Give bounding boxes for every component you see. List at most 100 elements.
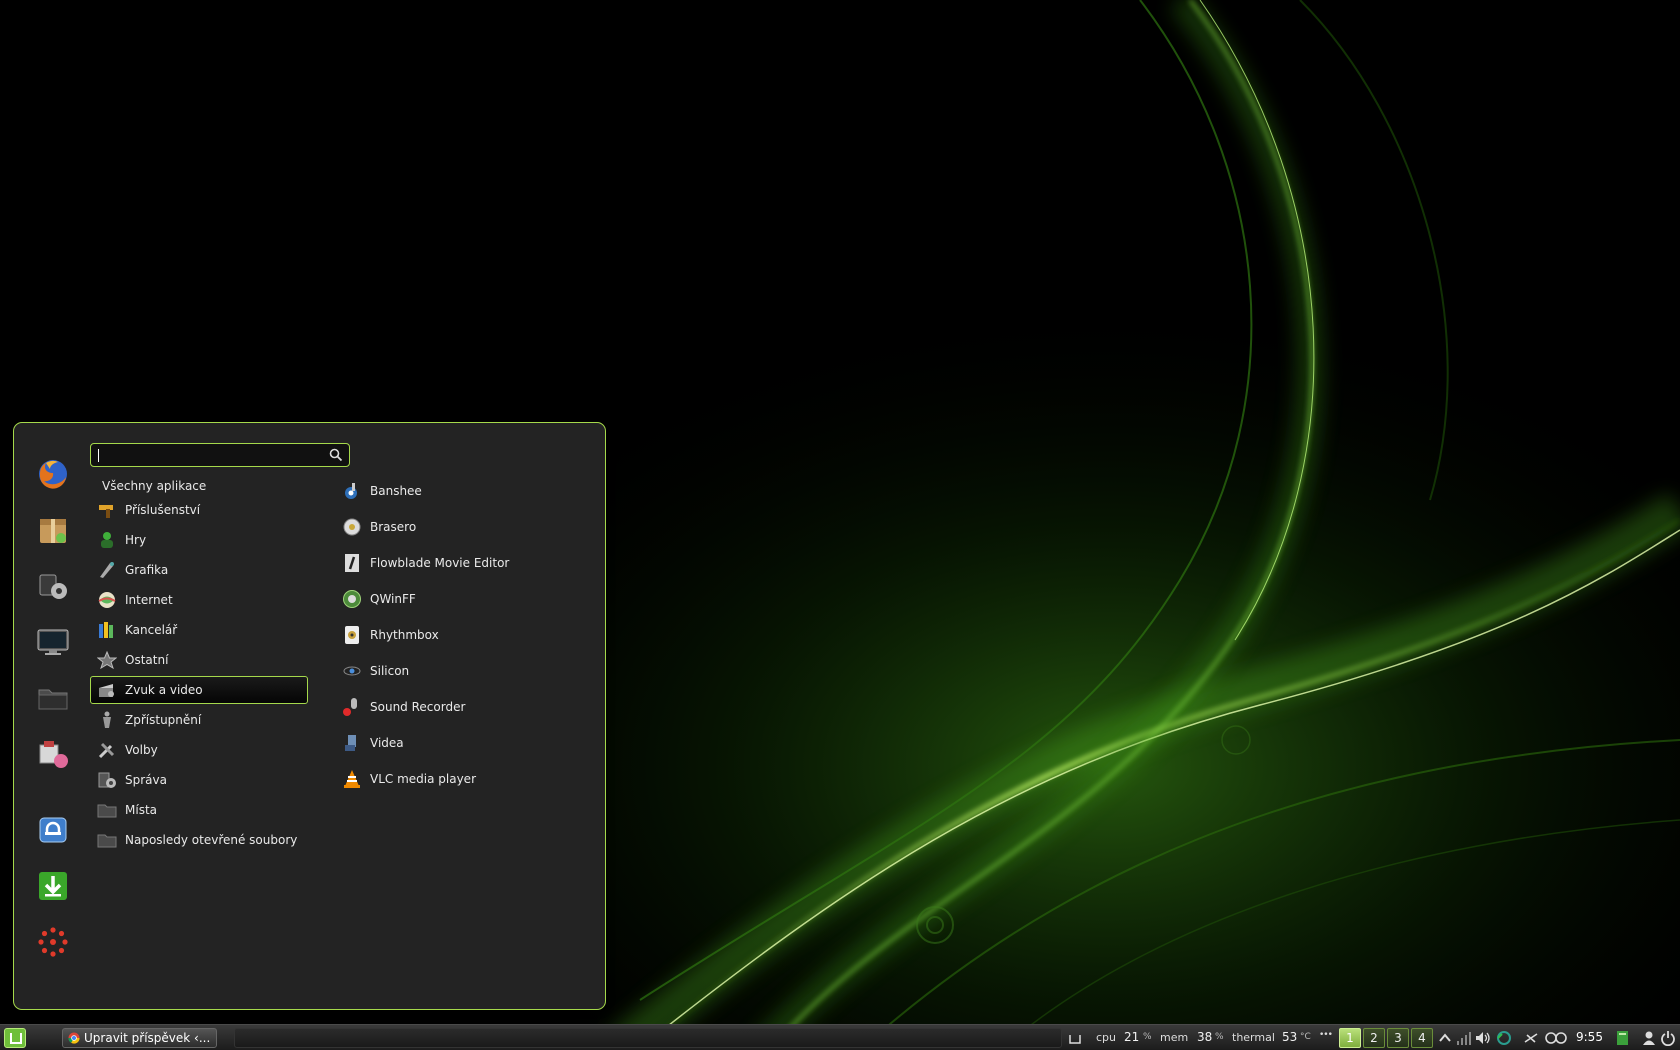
videos-icon — [345, 735, 356, 751]
category-label: Zpřístupnění — [125, 713, 202, 727]
favorite-terminal[interactable] — [28, 619, 78, 665]
category-label: Kancelář — [125, 623, 178, 637]
workspace-button[interactable]: 4 — [1411, 1028, 1433, 1048]
application-label: Silicon — [370, 664, 410, 678]
category-item[interactable]: Příslušenství — [90, 496, 308, 524]
shutdown-icon — [38, 927, 68, 957]
search-input[interactable] — [97, 446, 317, 464]
category-item[interactable]: Hry — [90, 526, 308, 554]
package-manager-icon — [39, 741, 68, 768]
brasero-icon — [343, 518, 361, 536]
sound-video-icon — [99, 684, 114, 697]
sync-icon[interactable] — [1496, 1030, 1512, 1046]
application-label: Banshee — [370, 484, 422, 498]
application-label: Flowblade Movie Editor — [370, 556, 510, 570]
category-item[interactable]: Správa — [90, 766, 308, 794]
network-signal-icon[interactable] — [1456, 1030, 1472, 1046]
office-icon — [99, 622, 113, 638]
system-settings-icon — [39, 574, 67, 599]
category-item[interactable]: Místa — [90, 796, 308, 824]
mem-unit: % — [1215, 1032, 1224, 1042]
category-label: Správa — [125, 773, 167, 787]
category-label: Naposledy otevřené soubory — [125, 833, 298, 847]
taskbar-window-button[interactable]: Upravit příspěvek ‹... — [62, 1028, 217, 1048]
category-label: Volby — [125, 743, 158, 757]
application-item[interactable]: QWinFF — [342, 584, 592, 614]
volume-icon[interactable] — [1475, 1030, 1491, 1046]
show-desktop-icon[interactable] — [1069, 1034, 1081, 1044]
application-item[interactable]: Videa — [342, 728, 592, 758]
favorite-firefox[interactable] — [28, 451, 78, 497]
all-applications-category[interactable]: Všechny aplikace — [102, 479, 206, 493]
application-item[interactable]: Sound Recorder — [342, 692, 592, 722]
thermal-unit: °C — [1300, 1032, 1311, 1042]
category-label: Ostatní — [125, 653, 169, 667]
application-item[interactable]: Brasero — [342, 512, 592, 542]
application-label: Videa — [370, 736, 404, 750]
category-label: Grafika — [125, 563, 169, 577]
favorite-shutdown[interactable] — [28, 919, 78, 965]
favorite-logout[interactable] — [28, 863, 78, 909]
menu-launcher-button[interactable] — [4, 1028, 26, 1048]
chrome-icon — [68, 1032, 80, 1044]
category-label: Internet — [125, 593, 173, 607]
power-icon[interactable] — [1660, 1030, 1676, 1046]
flowblade-icon — [345, 554, 359, 572]
mint-logo-icon — [10, 1033, 22, 1044]
application-label: Rhythmbox — [370, 628, 439, 642]
favorite-package-manager[interactable] — [28, 731, 78, 777]
chevron-up-icon[interactable] — [1437, 1030, 1453, 1046]
workspace-button[interactable]: 2 — [1363, 1028, 1385, 1048]
start-menu: Všechny aplikace Příslušenství Hry Grafika… — [13, 422, 606, 1010]
application-item[interactable]: Flowblade Movie Editor — [342, 548, 592, 578]
search-box[interactable] — [90, 443, 350, 467]
workspace-button[interactable]: 3 — [1387, 1028, 1409, 1048]
indicator-infinity-icon[interactable] — [1545, 1030, 1567, 1046]
application-item[interactable]: Rhythmbox — [342, 620, 592, 650]
category-item[interactable]: Naposledy otevřené soubory — [90, 826, 308, 854]
favorite-lock-screen[interactable] — [28, 807, 78, 853]
firefox-icon — [39, 460, 67, 489]
vlc-icon — [344, 770, 360, 788]
cpu-label: cpu — [1096, 1031, 1117, 1044]
clock[interactable]: 9:55 — [1576, 1030, 1603, 1044]
file-manager-folder-icon — [38, 689, 68, 710]
category-item[interactable]: Grafika — [90, 556, 308, 584]
keyboard-tool-icon[interactable] — [1523, 1030, 1539, 1046]
category-item[interactable]: Internet — [90, 586, 308, 614]
favorite-files[interactable] — [28, 675, 78, 721]
sound-recorder-icon — [343, 698, 357, 716]
games-icon — [101, 532, 113, 548]
application-item[interactable]: Banshee — [342, 476, 592, 506]
thermal-label: thermal — [1232, 1031, 1275, 1044]
accessibility-icon — [103, 711, 111, 728]
cpu-unit: % — [1143, 1032, 1152, 1042]
application-label: VLC media player — [370, 772, 477, 786]
software-package-icon — [40, 519, 66, 543]
accessories-icon — [99, 505, 113, 518]
application-item[interactable]: Silicon — [342, 656, 592, 686]
favorite-settings[interactable] — [28, 563, 78, 609]
notes-icon[interactable] — [1615, 1030, 1631, 1046]
application-item[interactable]: VLC media player — [342, 764, 592, 794]
user-icon[interactable] — [1641, 1030, 1657, 1046]
cpu-value: 21 — [1124, 1030, 1140, 1044]
search-icon[interactable] — [329, 448, 343, 462]
category-item[interactable]: Volby — [90, 736, 308, 764]
category-item[interactable]: Zpřístupnění — [90, 706, 308, 734]
more-applets-button[interactable]: ••• — [1319, 1030, 1333, 1040]
text-cursor — [98, 449, 99, 462]
favorite-software[interactable] — [28, 507, 78, 553]
other-icon — [97, 650, 117, 670]
download-logout-icon — [39, 872, 67, 900]
administration-icon — [98, 772, 116, 788]
category-item[interactable]: Ostatní — [90, 646, 308, 674]
recent-files-folder-icon — [97, 834, 117, 848]
category-item[interactable]: Zvuk a video — [90, 676, 308, 704]
category-item[interactable]: Kancelář — [90, 616, 308, 644]
mem-label: mem — [1160, 1031, 1189, 1044]
application-label: Brasero — [370, 520, 417, 534]
workspace-button[interactable]: 1 — [1339, 1028, 1361, 1048]
banshee-icon — [345, 483, 357, 499]
preferences-icon — [98, 742, 115, 759]
